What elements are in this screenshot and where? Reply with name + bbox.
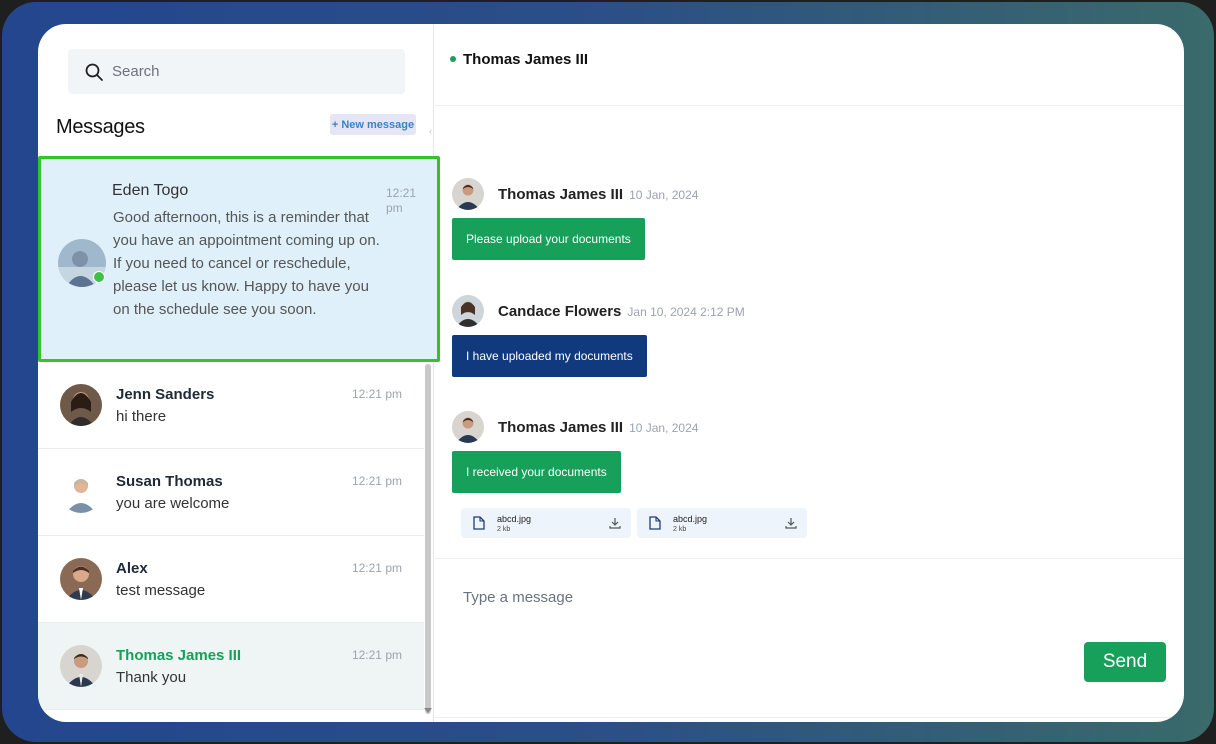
message-date: 10 Jan, 2024 [629,188,699,202]
message-sender: Thomas James III 10 Jan, 2024 [498,186,698,203]
new-message-button[interactable]: + New message [330,114,416,135]
message-date: 10 Jan, 2024 [629,421,699,435]
attachment-size: 2 kb [673,526,687,533]
conversation-name: Jenn Sanders [116,386,215,403]
conversation-preview: Thank you [116,669,187,686]
conversation-time: 12:21 pm [351,474,402,488]
conversation-time: 12:21 pm [351,387,402,401]
avatar [60,384,102,426]
attachment-name: abcd.jpg [497,514,532,524]
conversation-time: 12:21 pm [351,561,402,575]
avatar [452,411,484,443]
search-box[interactable] [68,49,405,94]
conversation-time: 12:21 pm [351,648,402,662]
download-icon[interactable] [785,517,797,529]
messages-heading: Messages [56,116,145,138]
sender-name: Thomas James III [498,419,624,436]
sender-name: Candace Flowers [498,303,622,320]
chat-panel: Thomas James III Thomas James III 10 Jan,… [435,24,1184,722]
download-icon[interactable] [609,517,621,529]
conversation-name: Eden Togo [112,182,189,199]
search-icon [85,63,103,81]
conversation-item-susan-thomas[interactable]: Susan Thomas you are welcome 12:21 pm [38,449,424,536]
window-frame: Messages + New message ‹ Jenn Sanders hi… [2,2,1214,742]
send-button[interactable]: Send [1084,642,1166,682]
attachment-card[interactable]: abcd.jpg 2 kb [637,508,807,538]
conversation-preview: test message [116,582,206,599]
message-sender: Thomas James III 10 Jan, 2024 [498,419,698,436]
avatar [60,471,102,513]
attachment-card[interactable]: abcd.jpg 2 kb [461,508,631,538]
messaging-app: Messages + New message ‹ Jenn Sanders hi… [38,24,1184,722]
message-input[interactable] [463,589,1043,649]
message-composer: Send [435,558,1184,722]
divider [435,717,1184,718]
chat-header: Thomas James III [435,24,1184,106]
conversation-sidebar: Messages + New message ‹ Jenn Sanders hi… [38,24,434,722]
conversation-preview: hi there [116,408,167,425]
collapse-handle-icon[interactable]: ‹ [429,126,432,136]
attachment-size: 2 kb [497,526,511,533]
message-sender: Candace Flowers Jan 10, 2024 2:12 PM [498,303,745,320]
conversation-time: 12:21 pm [386,186,417,215]
conversation-item-eden-togo[interactable]: Eden Togo Good afternoon, this is a remi… [38,156,440,362]
scrollbar[interactable] [425,364,431,714]
search-input[interactable] [112,63,392,80]
avatar [60,558,102,600]
conversation-preview: you are welcome [116,495,230,512]
avatar [60,645,102,687]
attachment-name: abcd.jpg [673,514,708,524]
conversation-name: Thomas James III [116,647,242,664]
chat-contact-name: Thomas James III [463,51,589,68]
message-bubble: I received your documents [452,451,621,493]
scroll-down-icon[interactable] [424,708,432,713]
conversation-name: Susan Thomas [116,473,223,490]
avatar [452,178,484,210]
conversation-item-thomas-james-iii[interactable]: Thomas James III Thank you 12:21 pm [38,623,424,710]
sender-name: Thomas James III [498,186,624,203]
conversation-name: Alex [116,560,148,577]
file-icon [473,516,485,530]
conversation-item-alex[interactable]: Alex test message 12:21 pm [38,536,424,623]
online-status-dot [450,56,456,62]
online-status-dot [93,271,105,283]
avatar [452,295,484,327]
message-date: Jan 10, 2024 2:12 PM [627,305,745,319]
file-icon [649,516,661,530]
conversation-item-jenn-sanders[interactable]: Jenn Sanders hi there 12:21 pm [38,362,424,449]
message-bubble: I have uploaded my documents [452,335,647,377]
message-bubble: Please upload your documents [452,218,645,260]
conversation-preview: Good afternoon, this is a reminder that … [113,209,380,318]
